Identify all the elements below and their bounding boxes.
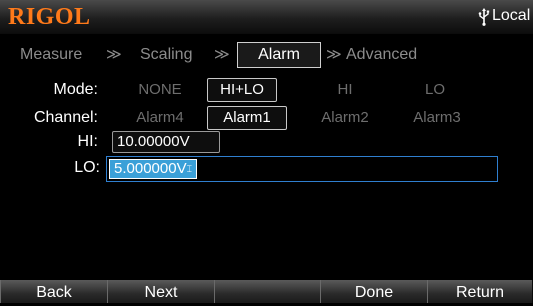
softkey-bar: Back Next Done Return — [0, 280, 533, 303]
lo-value-text: 5.000000V — [114, 160, 187, 177]
brand-logo: RIGOL — [8, 4, 91, 30]
remote-status: Local — [492, 7, 531, 24]
mode-label: Mode: — [53, 81, 98, 98]
mode-option-none[interactable]: NONE — [120, 81, 200, 99]
lo-value-highlight: 5.000000V⌶ — [109, 159, 197, 179]
chevron-right-icon: ≫ — [214, 46, 230, 63]
channel-option-alarm2[interactable]: Alarm2 — [305, 109, 385, 127]
crumb-advanced[interactable]: Advanced — [346, 46, 417, 64]
channel-option-alarm1-selected[interactable]: Alarm1 — [207, 106, 287, 130]
title-bar: RIGOL Local — [0, 0, 533, 34]
softkey-next[interactable]: Next — [107, 280, 215, 303]
lo-label: LO: — [74, 159, 100, 176]
crumb-scaling[interactable]: Scaling — [140, 46, 192, 64]
softkey-empty[interactable] — [214, 280, 321, 303]
lo-value-input[interactable]: 5.000000V⌶ — [106, 156, 498, 182]
mode-option-hi[interactable]: HI — [310, 81, 380, 99]
crumb-alarm-active[interactable]: Alarm — [237, 42, 321, 68]
channel-label: Channel: — [33, 109, 98, 126]
mode-option-hilo-selected[interactable]: HI+LO — [207, 78, 277, 102]
softkey-done[interactable]: Done — [320, 280, 428, 303]
softkey-return[interactable]: Return — [427, 280, 533, 303]
menu-breadcrumb: Measure ≫ Scaling ≫ Alarm ≫ Advanced — [8, 42, 528, 70]
channel-option-alarm4[interactable]: Alarm4 — [120, 109, 200, 127]
channel-option-alarm3[interactable]: Alarm3 — [397, 109, 477, 127]
chevron-right-icon: ≫ — [106, 46, 122, 63]
crumb-measure[interactable]: Measure — [20, 46, 82, 64]
chevron-right-icon: ≫ — [326, 46, 342, 63]
mode-option-lo[interactable]: LO — [400, 81, 470, 99]
instrument-screen: RIGOL Local Measure ≫ Scaling ≫ Alarm ≫ … — [0, 0, 533, 303]
hi-value-field[interactable]: 10.00000V — [112, 131, 220, 153]
hi-label: HI: — [77, 133, 98, 150]
softkey-back[interactable]: Back — [0, 280, 108, 303]
usb-icon — [478, 8, 490, 26]
cursor-icon: ⌶ — [186, 164, 192, 174]
